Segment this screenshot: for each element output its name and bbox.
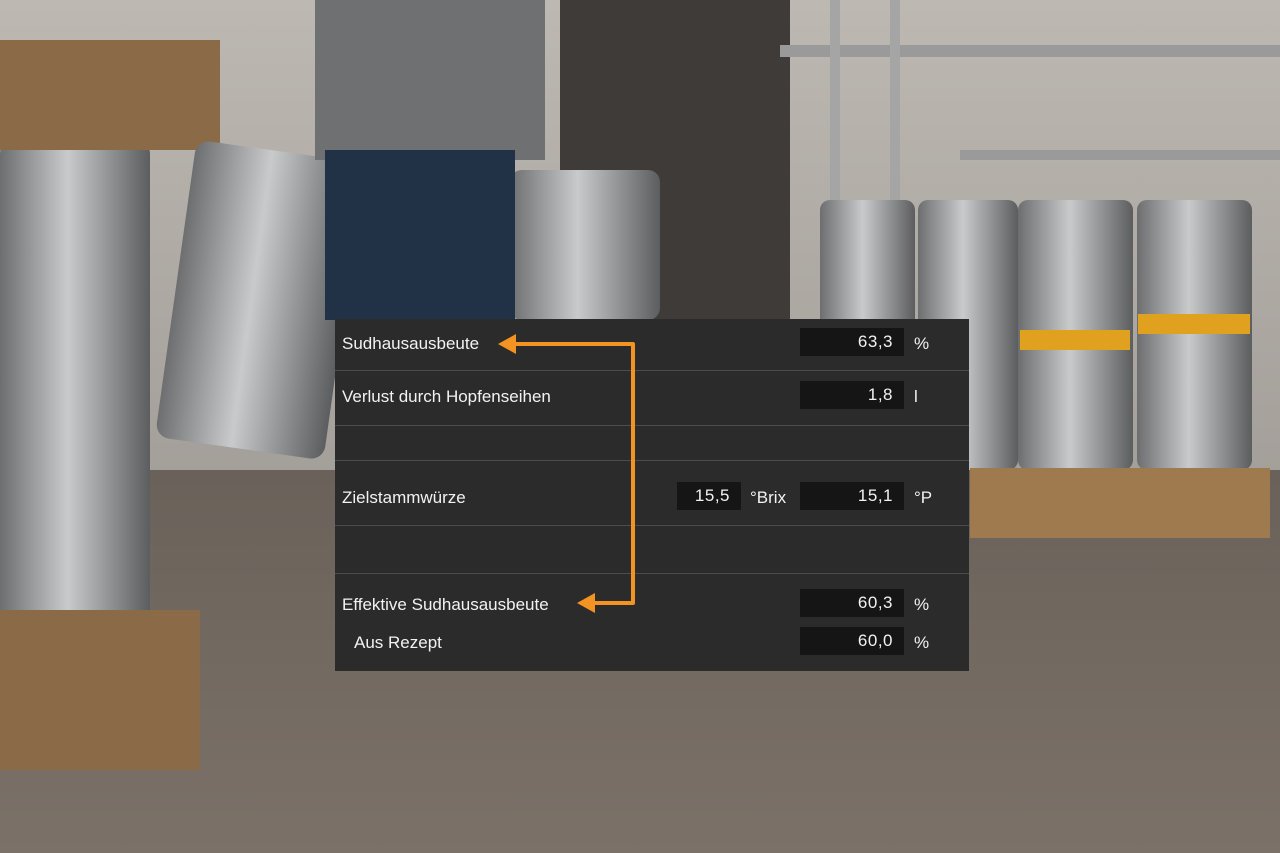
target-gravity-label: Zielstammwürze	[342, 488, 466, 507]
hop-loss-label: Verlust durch Hopfenseihen	[342, 387, 551, 406]
from-recipe-unit: %	[914, 633, 930, 652]
target-gravity-plato-field[interactable]: 15,1	[800, 482, 904, 510]
brewhouse-yield-panel: Sudhausausbeute 63,3 % Verlust durch Hop…	[335, 319, 969, 671]
from-recipe-label: Aus Rezept	[354, 633, 442, 652]
row-divider	[335, 573, 969, 574]
brewhouse-yield-field[interactable]: 63,3	[800, 328, 904, 356]
effective-yield-label: Effektive Sudhausausbeute	[342, 595, 549, 614]
effective-yield-field[interactable]: 60,3	[800, 589, 904, 617]
row-divider	[335, 460, 969, 461]
hop-loss-unit: l	[914, 387, 918, 406]
brewhouse-yield-unit: %	[914, 334, 930, 353]
row-divider	[335, 370, 969, 371]
plato-unit: °P	[914, 488, 933, 507]
from-recipe-field[interactable]: 60,0	[800, 627, 904, 655]
brix-unit: °Brix	[750, 488, 787, 507]
hop-loss-field[interactable]: 1,8	[800, 381, 904, 409]
row-divider	[335, 425, 969, 426]
row-divider	[335, 525, 969, 526]
effective-yield-unit: %	[914, 595, 930, 614]
brewhouse-yield-label: Sudhausausbeute	[342, 334, 480, 353]
target-gravity-brix-field[interactable]: 15,5	[677, 482, 741, 510]
